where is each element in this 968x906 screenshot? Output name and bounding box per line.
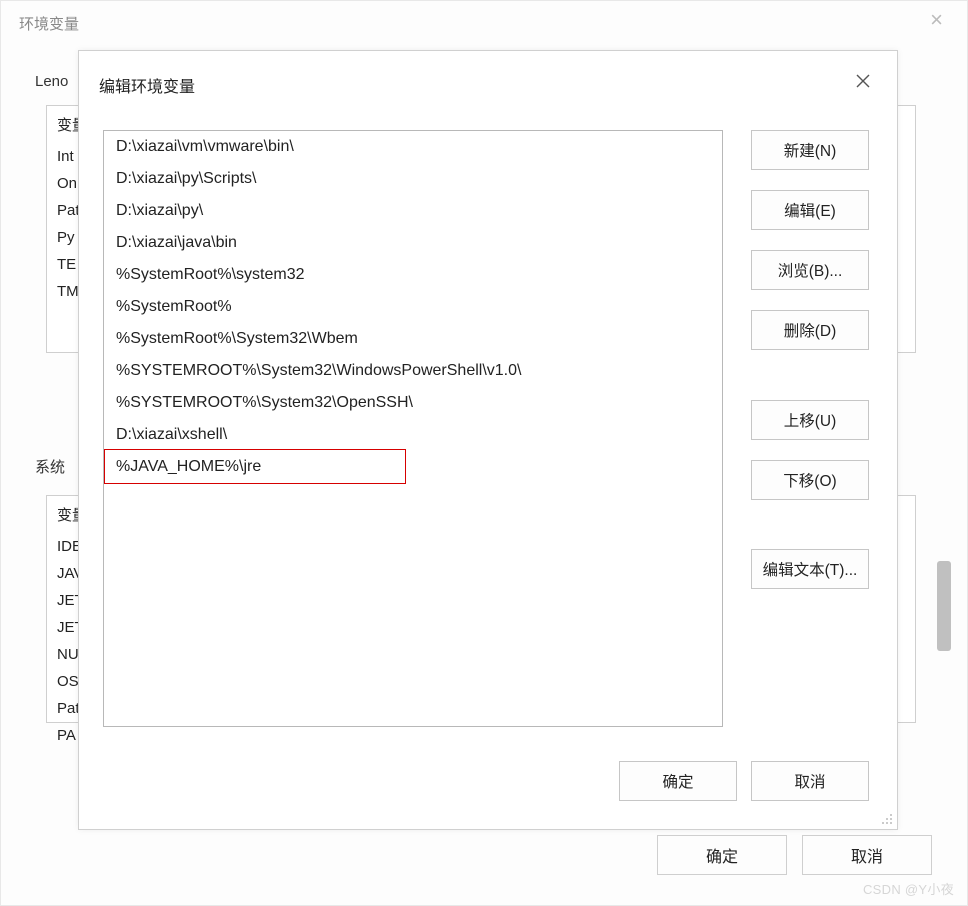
- path-entry-highlighted[interactable]: %JAVA_HOME%\jre: [104, 451, 722, 483]
- move-up-button[interactable]: 上移(U): [751, 400, 869, 440]
- path-entry[interactable]: %SYSTEMROOT%\System32\WindowsPowerShell\…: [104, 355, 722, 387]
- path-entry[interactable]: %SystemRoot%: [104, 291, 722, 323]
- path-entry[interactable]: %SystemRoot%\System32\Wbem: [104, 323, 722, 355]
- edit-text-button[interactable]: 编辑文本(T)...: [751, 549, 869, 589]
- close-icon[interactable]: [849, 67, 877, 95]
- edit-button[interactable]: 编辑(E): [751, 190, 869, 230]
- path-entry[interactable]: D:\xiazai\py\: [104, 195, 722, 227]
- path-entry[interactable]: D:\xiazai\xshell\: [104, 419, 722, 451]
- path-entry[interactable]: %SystemRoot%\system32: [104, 259, 722, 291]
- path-listbox[interactable]: D:\xiazai\vm\vmware\bin\ D:\xiazai\py\Sc…: [103, 130, 723, 727]
- delete-button[interactable]: 删除(D): [751, 310, 869, 350]
- modal-title: 编辑环境变量: [99, 73, 195, 97]
- scrollbar-thumb[interactable]: [937, 561, 951, 651]
- new-button[interactable]: 新建(N): [751, 130, 869, 170]
- system-vars-label: 系统: [31, 456, 69, 477]
- browse-button[interactable]: 浏览(B)...: [751, 250, 869, 290]
- path-entry[interactable]: D:\xiazai\py\Scripts\: [104, 163, 722, 195]
- path-entry[interactable]: D:\xiazai\vm\vmware\bin\: [104, 131, 722, 163]
- ok-button[interactable]: 确定: [619, 761, 737, 801]
- path-entry[interactable]: D:\xiazai\java\bin: [104, 227, 722, 259]
- user-vars-label: Leno: [31, 73, 72, 90]
- parent-close-icon[interactable]: ×: [930, 7, 943, 33]
- resize-grip-icon[interactable]: [879, 811, 893, 825]
- watermark-text: CSDN @Y小夜: [863, 879, 954, 898]
- parent-cancel-button[interactable]: 取消: [802, 835, 932, 875]
- parent-window-title: 环境变量: [19, 13, 79, 34]
- edit-env-var-dialog: 编辑环境变量 D:\xiazai\vm\vmware\bin\ D:\xiaza…: [78, 50, 898, 830]
- cancel-button[interactable]: 取消: [751, 761, 869, 801]
- parent-ok-button[interactable]: 确定: [657, 835, 787, 875]
- path-entry[interactable]: %SYSTEMROOT%\System32\OpenSSH\: [104, 387, 722, 419]
- move-down-button[interactable]: 下移(O): [751, 460, 869, 500]
